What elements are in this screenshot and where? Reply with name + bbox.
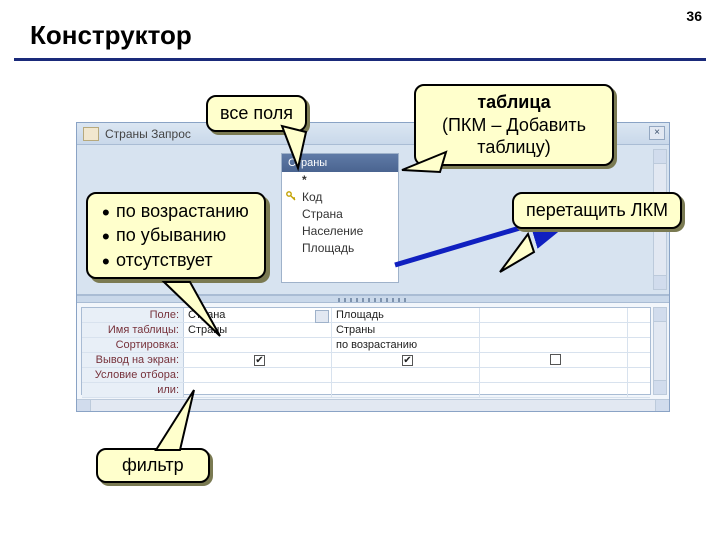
callout-text: перетащить ЛКМ: [526, 200, 668, 220]
callout-tail-icon: [150, 388, 200, 458]
sort-option: отсутствует: [102, 248, 252, 272]
callout-tail-icon: [280, 124, 320, 174]
callout-text: все поля: [220, 103, 293, 123]
callout-sort: по возрастанию по убыванию отсутствует: [86, 192, 266, 279]
callout-tail-icon: [400, 150, 450, 190]
callout-sub: (ПКМ – Добавить таблицу): [428, 114, 600, 159]
callout-text: фильтр: [122, 455, 184, 475]
callout-tail-icon: [160, 278, 230, 348]
callout-title: таблица: [428, 91, 600, 114]
callout-tail-icon: [498, 232, 538, 282]
sort-option: по возрастанию: [102, 199, 252, 223]
sort-option: по убыванию: [102, 223, 252, 247]
callout-drag: перетащить ЛКМ: [512, 192, 682, 229]
